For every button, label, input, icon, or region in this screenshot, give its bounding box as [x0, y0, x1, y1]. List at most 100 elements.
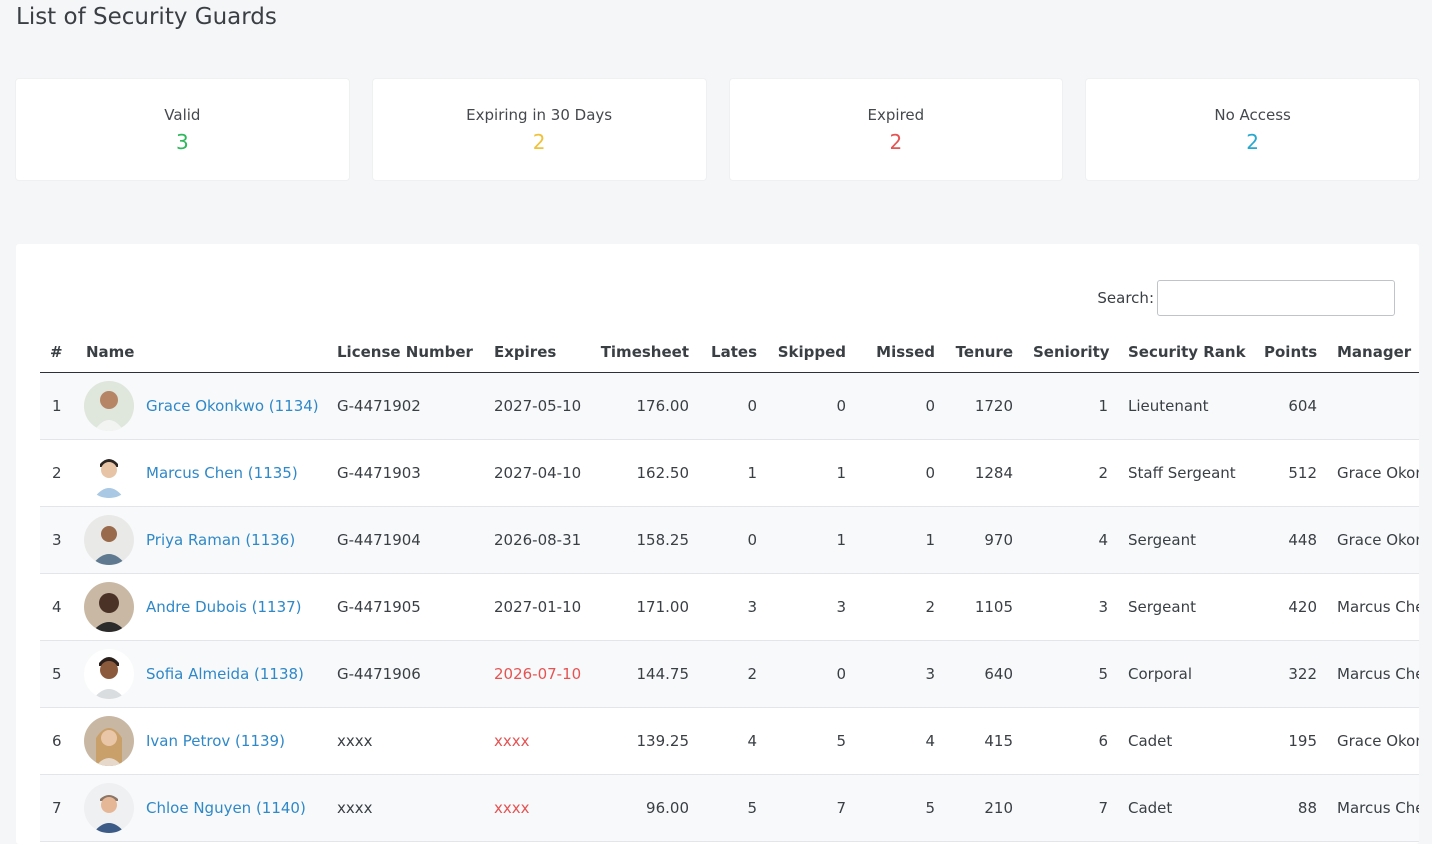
guard-name-link[interactable]: Grace Okonkwo (1134) [146, 397, 319, 415]
manager-cell: Marcus Chen [1337, 774, 1419, 842]
search-bar: Search: [1097, 280, 1395, 316]
stat-label: Valid [164, 105, 201, 124]
stat-card-valid[interactable]: Valid 3 [16, 79, 349, 180]
search-input[interactable] [1157, 280, 1395, 316]
lates-cell: 4 [709, 707, 777, 775]
avatar [84, 447, 134, 498]
tenure-cell: 1284 [955, 439, 1033, 507]
avatar [84, 380, 134, 431]
tenure-cell: 210 [955, 774, 1033, 842]
avatar [84, 782, 134, 833]
lates-cell: 2 [709, 640, 777, 708]
col-header-license[interactable]: License Number [337, 332, 494, 373]
expires-cell: xxxx [494, 707, 594, 775]
col-header-points[interactable]: Points [1264, 332, 1337, 373]
col-header-lates[interactable]: Lates [709, 332, 777, 373]
skipped-cell: 1 [777, 439, 866, 507]
manager-cell [1337, 372, 1419, 440]
col-header-skipped[interactable]: Skipped [777, 332, 866, 373]
rank-cell: Staff Sergeant [1128, 439, 1264, 507]
stat-label: Expired [867, 105, 925, 124]
seniority-cell: 7 [1033, 774, 1128, 842]
license-cell: G-4471905 [337, 573, 494, 641]
guard-name-link[interactable]: Chloe Nguyen (1140) [146, 799, 306, 817]
seniority-cell: 1 [1033, 372, 1128, 440]
col-header-seniority[interactable]: Seniority [1033, 332, 1128, 373]
skipped-cell: 3 [777, 573, 866, 641]
timesheet-cell: 162.50 [594, 439, 709, 507]
name-cell: Priya Raman (1136) [82, 506, 337, 574]
guard-name-link[interactable]: Ivan Petrov (1139) [146, 732, 285, 750]
missed-cell: 0 [866, 372, 955, 440]
table-row: 5 Sofia Almeida (1138) G-4471906 2026-07… [40, 640, 1419, 708]
points-cell: 322 [1264, 640, 1337, 708]
skipped-cell: 0 [777, 372, 866, 440]
license-cell: G-4471904 [337, 506, 494, 574]
tenure-cell: 1105 [955, 573, 1033, 641]
guard-name-link[interactable]: Priya Raman (1136) [146, 531, 295, 549]
rank-cell: Lieutenant [1128, 372, 1264, 440]
lates-cell: 5 [709, 774, 777, 842]
table-row: 1 Grace Okonkwo (1134) G-4471902 2027-05… [40, 372, 1419, 440]
name-cell: Grace Okonkwo (1134) [82, 372, 337, 440]
points-cell: 604 [1264, 372, 1337, 440]
points-cell: 448 [1264, 506, 1337, 574]
skipped-cell: 1 [777, 506, 866, 574]
license-cell: xxxx [337, 774, 494, 842]
license-cell: G-4471903 [337, 439, 494, 507]
expires-cell: 2026-08-31 [494, 506, 594, 574]
points-cell: 420 [1264, 573, 1337, 641]
expires-cell: xxxx [494, 774, 594, 842]
col-header-manager[interactable]: Manager [1337, 332, 1419, 373]
lates-cell: 0 [709, 372, 777, 440]
tenure-cell: 970 [955, 506, 1033, 574]
col-header-expires[interactable]: Expires [494, 332, 594, 373]
row-number: 4 [40, 573, 82, 641]
table-row: 7 Chloe Nguyen (1140) xxxx xxxx 96.00 5 … [40, 774, 1419, 842]
stat-value: 2 [889, 129, 903, 154]
col-header-name[interactable]: Name [82, 332, 337, 373]
expires-cell: 2027-05-10 [494, 372, 594, 440]
missed-cell: 0 [866, 439, 955, 507]
stat-value: 2 [1246, 129, 1259, 154]
tenure-cell: 640 [955, 640, 1033, 708]
license-cell: xxxx [337, 707, 494, 775]
name-cell: Marcus Chen (1135) [82, 439, 337, 507]
seniority-cell: 4 [1033, 506, 1128, 574]
name-cell: Andre Dubois (1137) [82, 573, 337, 641]
missed-cell: 3 [866, 640, 955, 708]
row-number: 6 [40, 707, 82, 775]
col-header-missed[interactable]: Missed [866, 332, 955, 373]
missed-cell: 2 [866, 573, 955, 641]
rank-cell: Sergeant [1128, 573, 1264, 641]
missed-cell: 4 [866, 707, 955, 775]
avatar [84, 648, 134, 699]
lates-cell: 0 [709, 506, 777, 574]
stat-card-no-access[interactable]: No Access 2 [1086, 79, 1419, 180]
guard-name-link[interactable]: Sofia Almeida (1138) [146, 665, 304, 683]
manager-cell: Grace Okonkwo [1337, 707, 1419, 775]
row-number: 7 [40, 774, 82, 842]
table-row: 2 Marcus Chen (1135) G-4471903 2027-04-1… [40, 439, 1419, 507]
guard-name-link[interactable]: Marcus Chen (1135) [146, 464, 298, 482]
name-cell: Chloe Nguyen (1140) [82, 774, 337, 842]
tenure-cell: 415 [955, 707, 1033, 775]
rank-cell: Cadet [1128, 707, 1264, 775]
stat-card-expiring[interactable]: Expiring in 30 Days 2 [372, 79, 706, 180]
col-header-timesheet[interactable]: Timesheet [594, 332, 709, 373]
col-header-tenure[interactable]: Tenure [955, 332, 1033, 373]
col-header-num[interactable]: # [40, 332, 82, 373]
skipped-cell: 0 [777, 640, 866, 708]
stat-card-expired[interactable]: Expired 2 [729, 79, 1063, 180]
guard-name-link[interactable]: Andre Dubois (1137) [146, 598, 302, 616]
timesheet-cell: 139.25 [594, 707, 709, 775]
skipped-cell: 7 [777, 774, 866, 842]
manager-cell: Marcus Chen [1337, 640, 1419, 708]
manager-cell: Grace Okonkwo [1337, 439, 1419, 507]
points-cell: 512 [1264, 439, 1337, 507]
col-header-rank[interactable]: Security Rank [1128, 332, 1264, 373]
search-label: Search: [1097, 289, 1154, 307]
timesheet-cell: 158.25 [594, 506, 709, 574]
seniority-cell: 2 [1033, 439, 1128, 507]
expires-cell: 2027-01-10 [494, 573, 594, 641]
